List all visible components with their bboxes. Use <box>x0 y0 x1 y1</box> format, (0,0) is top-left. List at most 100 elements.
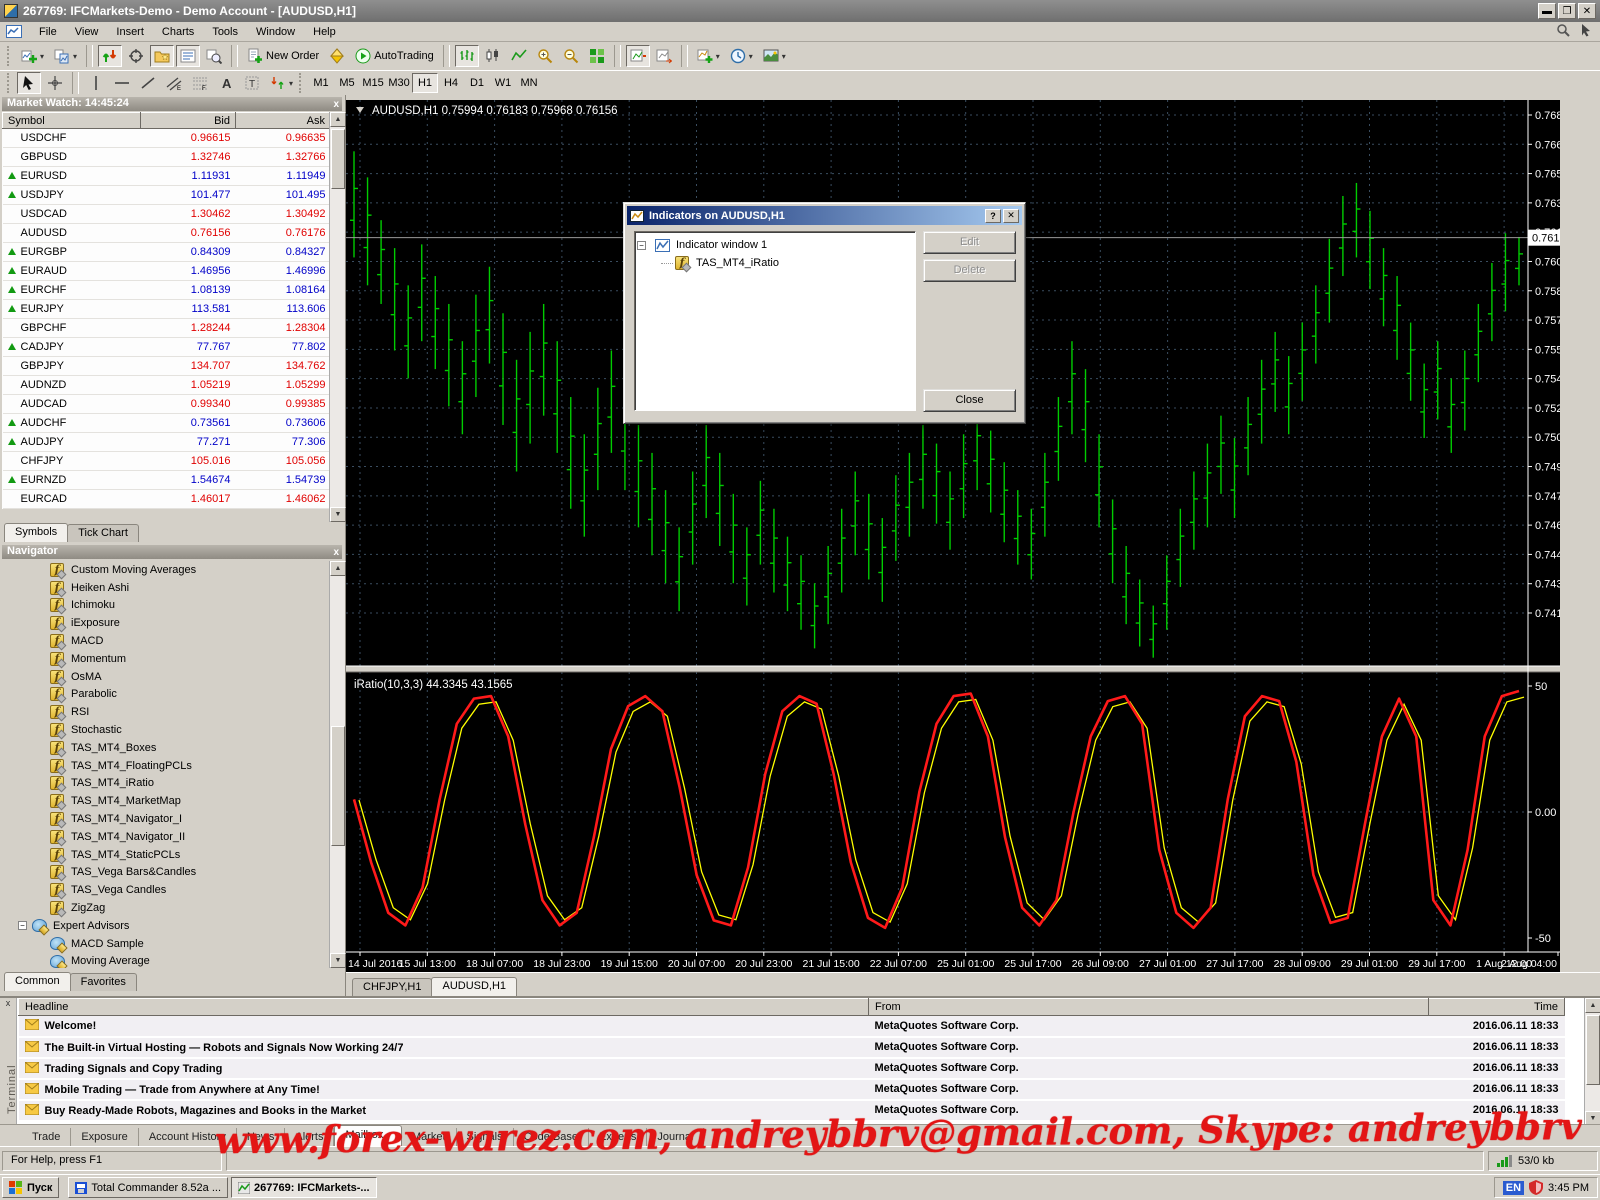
chevron-down-icon[interactable]: ▾ <box>40 52 44 61</box>
terminal-tab-news[interactable]: News <box>237 1128 286 1146</box>
tree-item-tas-mt4-iratio[interactable]: TAS_MT4_iRatio <box>696 257 779 269</box>
scroll-down-icon[interactable]: ▼ <box>1585 1111 1600 1124</box>
timeframe-m15[interactable]: M15 <box>360 73 386 93</box>
taskbar-task-0[interactable]: Total Commander 8.52a ... <box>68 1177 228 1198</box>
table-row[interactable]: AUDUSD0.761560.76176 <box>3 224 331 243</box>
chart-shift-button[interactable] <box>626 45 650 67</box>
symbol-cell[interactable]: CHFJPY <box>3 452 141 471</box>
chart-tab-chfjpy-h1[interactable]: CHFJPY,H1 <box>352 978 432 996</box>
scroll-down-icon[interactable]: ▼ <box>330 507 346 522</box>
table-row[interactable]: CHFJPY105.016105.056 <box>3 452 331 471</box>
search-icon[interactable] <box>1556 23 1570 40</box>
column-header-time[interactable]: Time <box>1429 999 1565 1016</box>
timeframe-m30[interactable]: M30 <box>386 73 412 93</box>
toolbar-grip[interactable] <box>7 46 12 66</box>
trendline-button[interactable] <box>136 72 160 94</box>
indicator-list[interactable]: − Indicator window 1 f TAS_MT4_iRatio <box>634 231 916 411</box>
column-header-bid[interactable]: Bid <box>141 113 236 129</box>
navigator-item-tas-mt4-marketmap[interactable]: fTAS_MT4_MarketMap <box>4 792 329 810</box>
tab-common[interactable]: Common <box>4 972 71 991</box>
table-row[interactable]: EURCAD1.460171.46062 <box>3 490 331 509</box>
terminal-close-icon[interactable]: x <box>0 998 16 1008</box>
terminal-toggle-button[interactable] <box>176 45 200 67</box>
mail-row[interactable]: Buy Ready-Made Robots, Magazines and Boo… <box>19 1100 1565 1121</box>
toolbar-grip[interactable] <box>299 73 304 93</box>
column-header-symbol[interactable]: Symbol <box>3 113 141 129</box>
symbol-cell[interactable]: GBPJPY <box>3 357 141 376</box>
symbol-cell[interactable]: AUDJPY <box>3 433 141 452</box>
symbol-cell[interactable]: AUDNZD <box>3 376 141 395</box>
timeframe-d1[interactable]: D1 <box>464 73 490 93</box>
arrows-button[interactable]: ▾ <box>266 72 297 94</box>
column-header-headline[interactable]: Headline <box>19 999 869 1016</box>
chart-tab-audusd-h1[interactable]: AUDUSD,H1 <box>431 977 517 996</box>
table-row[interactable]: EURJPY113.581113.606 <box>3 300 331 319</box>
chart-bars-button[interactable] <box>455 45 479 67</box>
tab-symbols[interactable]: Symbols <box>4 523 68 542</box>
table-row[interactable]: EURCHF1.081391.08164 <box>3 281 331 300</box>
navigator-item-moving-average[interactable]: Moving Average <box>4 953 329 968</box>
mail-row[interactable]: Trading Signals and Copy TradingMetaQuot… <box>19 1058 1565 1079</box>
table-row[interactable]: EURAUD1.469561.46996 <box>3 262 331 281</box>
scroll-up-icon[interactable]: ▲ <box>330 561 346 576</box>
toolbar-grip[interactable] <box>7 73 12 93</box>
table-row[interactable]: EURNZD1.546741.54739 <box>3 471 331 490</box>
mail-row[interactable]: Welcome!MetaQuotes Software Corp.2016.06… <box>19 1016 1565 1037</box>
tree-item-indicator-window[interactable]: Indicator window 1 <box>676 239 767 251</box>
text-label-button[interactable]: T <box>240 72 264 94</box>
new-order-button[interactable]: New Order <box>243 45 323 67</box>
dialog-help-icon[interactable]: ? <box>985 209 1001 223</box>
headline-cell[interactable]: Buy Ready-Made Robots, Magazines and Boo… <box>19 1100 869 1121</box>
table-row[interactable]: EURGBP0.843090.84327 <box>3 243 331 262</box>
tab-tick-chart[interactable]: Tick Chart <box>67 524 139 542</box>
antivirus-shield-icon[interactable] <box>1529 1180 1543 1195</box>
profiles-button[interactable]: ▾ <box>50 45 81 67</box>
symbol-cell[interactable]: USDCAD <box>3 205 141 224</box>
cursor-button[interactable] <box>17 72 41 94</box>
close-button[interactable]: ✕ <box>1578 3 1596 19</box>
scroll-up-icon[interactable]: ▲ <box>1585 998 1600 1013</box>
mail-row[interactable]: The Built-in Virtual Hosting — Robots an… <box>19 1037 1565 1058</box>
navigator-item-tas-mt4-staticpcls[interactable]: fTAS_MT4_StaticPCLs <box>4 846 329 864</box>
headline-cell[interactable]: The Built-in Virtual Hosting — Robots an… <box>19 1037 869 1058</box>
scroll-up-icon[interactable]: ▲ <box>330 112 346 127</box>
navigator-close-icon[interactable]: x <box>333 546 339 559</box>
navigator-item-ichimoku[interactable]: fIchimoku <box>4 597 329 615</box>
delete-button[interactable]: Delete <box>923 259 1016 282</box>
chart-candles-button[interactable] <box>481 45 505 67</box>
taskbar-task-1[interactable]: 267769: IFCMarkets-... <box>231 1177 377 1198</box>
timeframe-h1[interactable]: H1 <box>412 73 438 93</box>
navigator-item-rsi[interactable]: fRSI <box>4 703 329 721</box>
symbol-cell[interactable]: AUDCHF <box>3 414 141 433</box>
strategy-tester-button[interactable] <box>202 45 226 67</box>
navigator-item-tas-mt4-boxes[interactable]: fTAS_MT4_Boxes <box>4 739 329 757</box>
close-button[interactable]: Close <box>923 389 1016 412</box>
symbol-cell[interactable]: USDJPY <box>3 186 141 205</box>
timeframe-mn[interactable]: MN <box>516 73 542 93</box>
navigator-item-momentum[interactable]: fMomentum <box>4 650 329 668</box>
text-button[interactable]: A <box>214 72 238 94</box>
mail-row[interactable]: Mobile Trading — Trade from Anywhere at … <box>19 1079 1565 1100</box>
symbol-cell[interactable]: AUDCAD <box>3 395 141 414</box>
dialog-close-icon[interactable]: ✕ <box>1003 209 1019 223</box>
zoom-out-button[interactable] <box>559 45 583 67</box>
navigator-item-stochastic[interactable]: fStochastic <box>4 721 329 739</box>
market-watch-close-icon[interactable]: x <box>333 98 339 111</box>
chevron-down-icon[interactable]: ▾ <box>73 52 77 61</box>
headline-cell[interactable]: Welcome! <box>19 1016 869 1037</box>
symbol-cell[interactable]: AUDUSD <box>3 224 141 243</box>
navigator-toggle-button[interactable] <box>150 45 174 67</box>
table-row[interactable]: AUDCAD0.993400.99385 <box>3 395 331 414</box>
equidistant-channel-button[interactable]: E <box>162 72 186 94</box>
navigator-item-heiken-ashi[interactable]: fHeiken Ashi <box>4 579 329 597</box>
navigator-item-macd[interactable]: fMACD <box>4 632 329 650</box>
chevron-down-icon[interactable]: ▾ <box>716 52 720 61</box>
start-button[interactable]: Пуск <box>2 1177 59 1198</box>
table-row[interactable]: USDCHF0.966150.96635 <box>3 129 331 148</box>
navigator-item-macd-sample[interactable]: MACD Sample <box>4 935 329 953</box>
vertical-line-button[interactable] <box>84 72 108 94</box>
navigator-item-parabolic[interactable]: fParabolic <box>4 686 329 704</box>
table-row[interactable]: USDCAD1.304621.30492 <box>3 205 331 224</box>
terminal-tab-journal[interactable]: Journal <box>647 1128 704 1146</box>
headline-cell[interactable]: Mobile Trading — Trade from Anywhere at … <box>19 1079 869 1100</box>
